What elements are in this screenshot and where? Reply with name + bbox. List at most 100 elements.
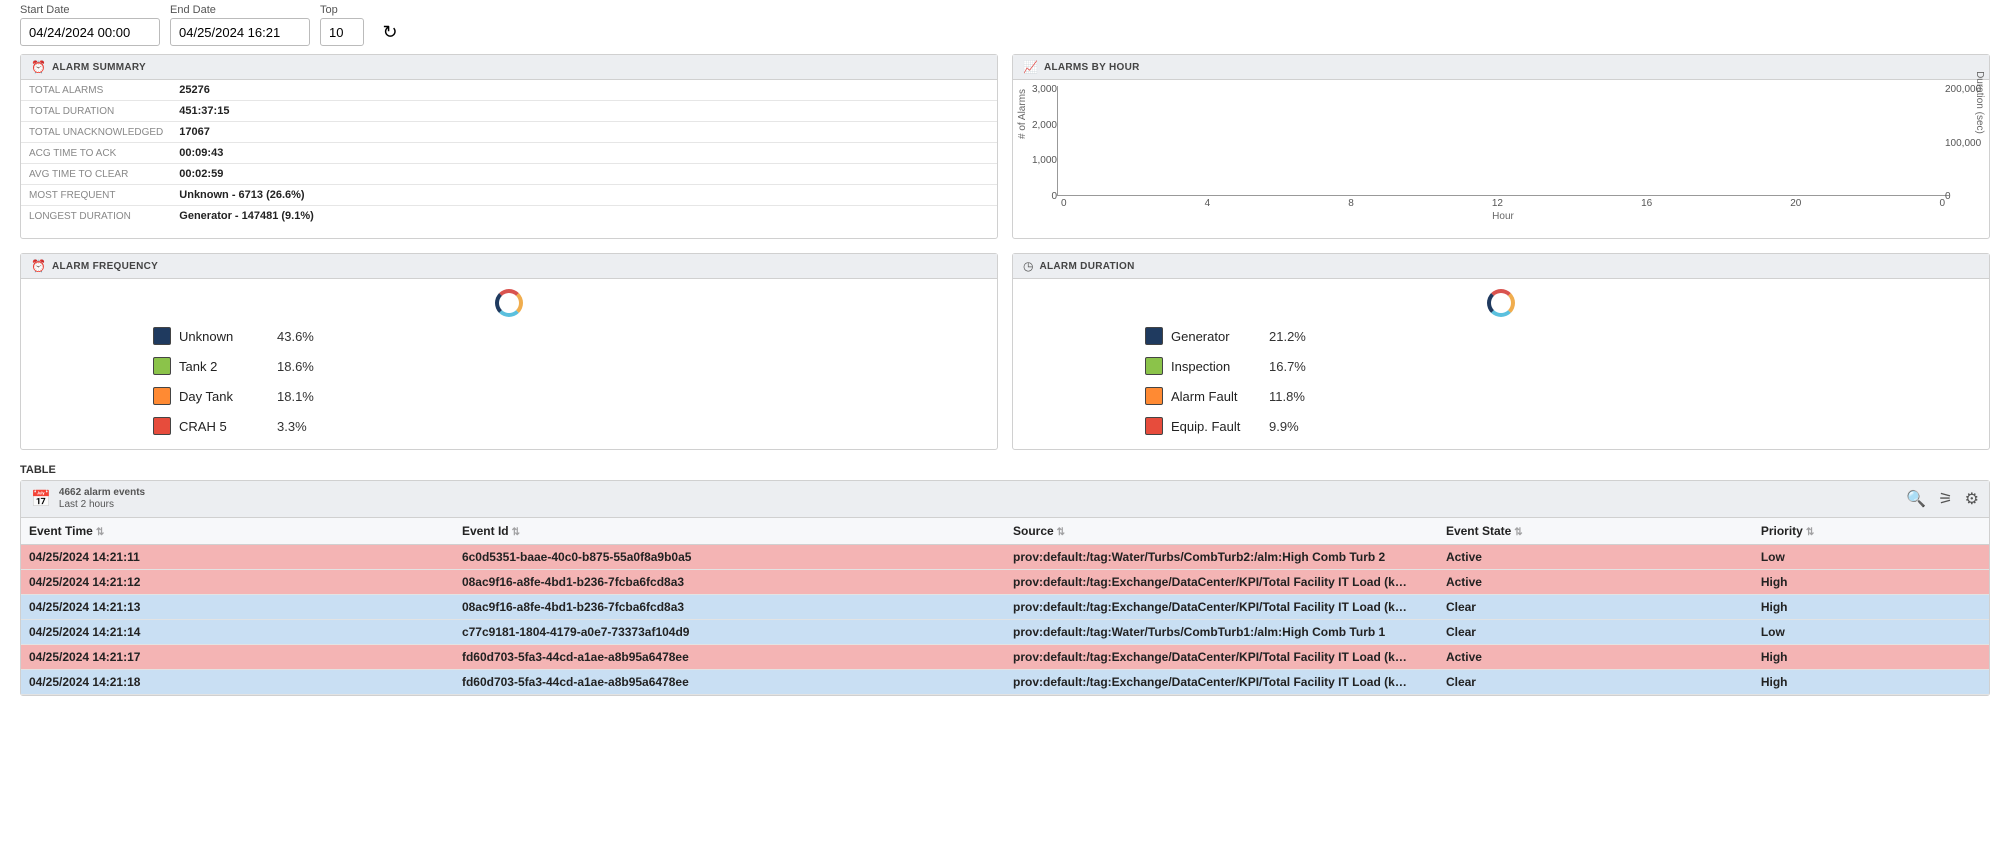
legend-item[interactable]: Equip. Fault9.9% [1145,417,1977,435]
sort-icon: ⇅ [512,527,520,538]
sort-icon: ⇅ [1057,527,1065,538]
summary-value: 00:09:43 [171,143,997,164]
y-right-ticks: 200,000100,0000 [1945,84,1985,202]
legend-swatch [1145,387,1163,405]
table-row[interactable]: 04/25/2024 14:21:116c0d5351-baae-40c0-b8… [21,545,1989,570]
legend-swatch [153,357,171,375]
cell-source: prov:default:/tag:Exchange/DataCenter/KP… [1005,570,1438,595]
legend-swatch [153,327,171,345]
col-event-time[interactable]: Event Time⇅ [21,518,454,545]
alarms-by-hour-chart: # of Alarms Duration (sec) 3,0002,0001,0… [1013,80,1989,238]
sort-icon: ⇅ [96,527,104,538]
col-priority[interactable]: Priority⇅ [1753,518,1989,545]
top-input[interactable] [320,18,364,46]
frequency-legend: Unknown43.6% Tank 2 18.6% Day Tank 18.1% CRAH… [33,327,985,435]
legend-label: Generator [1171,329,1261,344]
cell-priority: Low [1753,620,1989,645]
table-row[interactable]: 04/25/2024 14:21:17fd60d703-5fa3-44cd-a1… [21,645,1989,670]
refresh-button[interactable]: ↻ [374,18,406,46]
cell-state: Active [1438,645,1753,670]
legend-item[interactable]: Alarm Fault11.8% [1145,387,1977,405]
legend-swatch [1145,327,1163,345]
cell-time: 04/25/2024 14:21:12 [21,570,454,595]
y-tick: 3,000 [1027,84,1057,95]
alarm-frequency-panel: ⏰ ALARM FREQUENCY Unknown43.6%Tank 218.6… [20,253,998,450]
summary-value: 17067 [171,122,997,143]
cell-time: 04/25/2024 14:21:17 [21,645,454,670]
y-tick: 1,000 [1027,155,1057,166]
y-left-ticks: 3,000 2,000 1,000 0 [1027,84,1057,202]
bar-groups[interactable] [1057,86,1949,196]
start-date-label: Start Date [20,4,160,16]
alarm-summary-table: TOTAL ALARMS25276TOTAL DURATION451:37:15… [21,80,997,226]
y-tick: 0 [1027,191,1057,202]
col-source[interactable]: Source⇅ [1005,518,1438,545]
cell-id: c77c9181-1804-4179-a0e7-73373af104d9 [454,620,1005,645]
legend-percent: 16.7% [1269,359,1306,374]
legend-swatch [1145,357,1163,375]
legend-item[interactable]: Unknown43.6% [153,327,985,345]
end-date-label: End Date [170,4,310,16]
y-tick: 200,000 [1945,84,1985,95]
col-event-id[interactable]: Event Id⇅ [454,518,1005,545]
table-row[interactable]: 04/25/2024 14:21:18fd60d703-5fa3-44cd-a1… [21,670,1989,695]
cell-id: 08ac9f16-a8fe-4bd1-b236-7fcba6fcd8a3 [454,570,1005,595]
legend-item[interactable]: Inspection16.7% [1145,357,1977,375]
legend-swatch [153,387,171,405]
end-date-filter: End Date [170,4,310,46]
x-tick: 12 [1492,198,1503,209]
summary-row: TOTAL DURATION451:37:15 [21,101,997,122]
legend-percent: 18.1% [277,389,314,404]
y-tick: 100,000 [1945,138,1985,149]
filter-bar: Start Date End Date Top ↻ [20,4,1990,46]
calendar-clock-icon: 📅 [31,489,51,509]
gear-icon[interactable]: ⚙ [1965,489,1979,509]
legend-percent: 9.9% [1269,419,1299,434]
legend-item[interactable]: CRAH 53.3% [153,417,985,435]
summary-value: 00:02:59 [171,164,997,185]
clock-icon: ◷ [1023,259,1033,273]
table-row[interactable]: 04/25/2024 14:21:1208ac9f16-a8fe-4bd1-b2… [21,570,1989,595]
top-filter: Top [320,4,364,46]
legend-label: Tank 2 [179,359,269,374]
cell-source: prov:default:/tag:Water/Turbs/CombTurb1:… [1005,620,1438,645]
start-date-input[interactable] [20,18,160,46]
summary-value: 25276 [171,80,997,101]
table-row[interactable]: 04/25/2024 14:21:14c77c9181-1804-4179-a0… [21,620,1989,645]
sort-icon: ⇅ [1806,527,1814,538]
alarms-by-hour-panel: 📈 ALARMS BY HOUR # of Alarms Duration (s… [1012,54,1990,239]
table-section-title: TABLE [20,464,1990,476]
y-tick: 2,000 [1027,120,1057,131]
cell-priority: High [1753,670,1989,695]
x-tick: 8 [1348,198,1354,209]
cell-time: 04/25/2024 14:21:11 [21,545,454,570]
cell-source: prov:default:/tag:Exchange/DataCenter/KP… [1005,595,1438,620]
summary-key: AVG TIME TO CLEAR [21,164,171,185]
cell-priority: Low [1753,545,1989,570]
events-table: Event Time⇅ Event Id⇅ Source⇅ Event Stat… [21,518,1989,695]
loading-spinner-icon [495,289,523,317]
legend-percent: 11.8% [1269,389,1305,404]
cell-id: fd60d703-5fa3-44cd-a1ae-a8b95a6478ee [454,645,1005,670]
events-panel: 📅 4662 alarm events Last 2 hours 🔍 ⚞ ⚙ E… [20,480,1990,696]
cell-time: 04/25/2024 14:21:18 [21,670,454,695]
summary-row: ACG TIME TO ACK00:09:43 [21,143,997,164]
end-date-input[interactable] [170,18,310,46]
legend-percent: 18.6% [277,359,314,374]
summary-value: Unknown - 6713 (26.6%) [171,185,997,206]
filter-icon[interactable]: ⚞ [1938,489,1952,509]
alarm-duration-title: ALARM DURATION [1039,261,1134,272]
col-event-state[interactable]: Event State⇅ [1438,518,1753,545]
legend-label: Day Tank [179,389,269,404]
legend-item[interactable]: Tank 2 18.6% [153,357,985,375]
chart-icon: 📈 [1023,60,1038,74]
cell-priority: High [1753,595,1989,620]
search-icon[interactable]: 🔍 [1906,489,1926,509]
cell-time: 04/25/2024 14:21:14 [21,620,454,645]
table-row[interactable]: 04/25/2024 14:21:1308ac9f16-a8fe-4bd1-b2… [21,595,1989,620]
legend-item[interactable]: Day Tank 18.1% [153,387,985,405]
x-tick: 20 [1790,198,1801,209]
alarm-summary-title: ALARM SUMMARY [52,62,146,73]
legend-item[interactable]: Generator21.2% [1145,327,1977,345]
refresh-icon: ↻ [382,22,397,43]
